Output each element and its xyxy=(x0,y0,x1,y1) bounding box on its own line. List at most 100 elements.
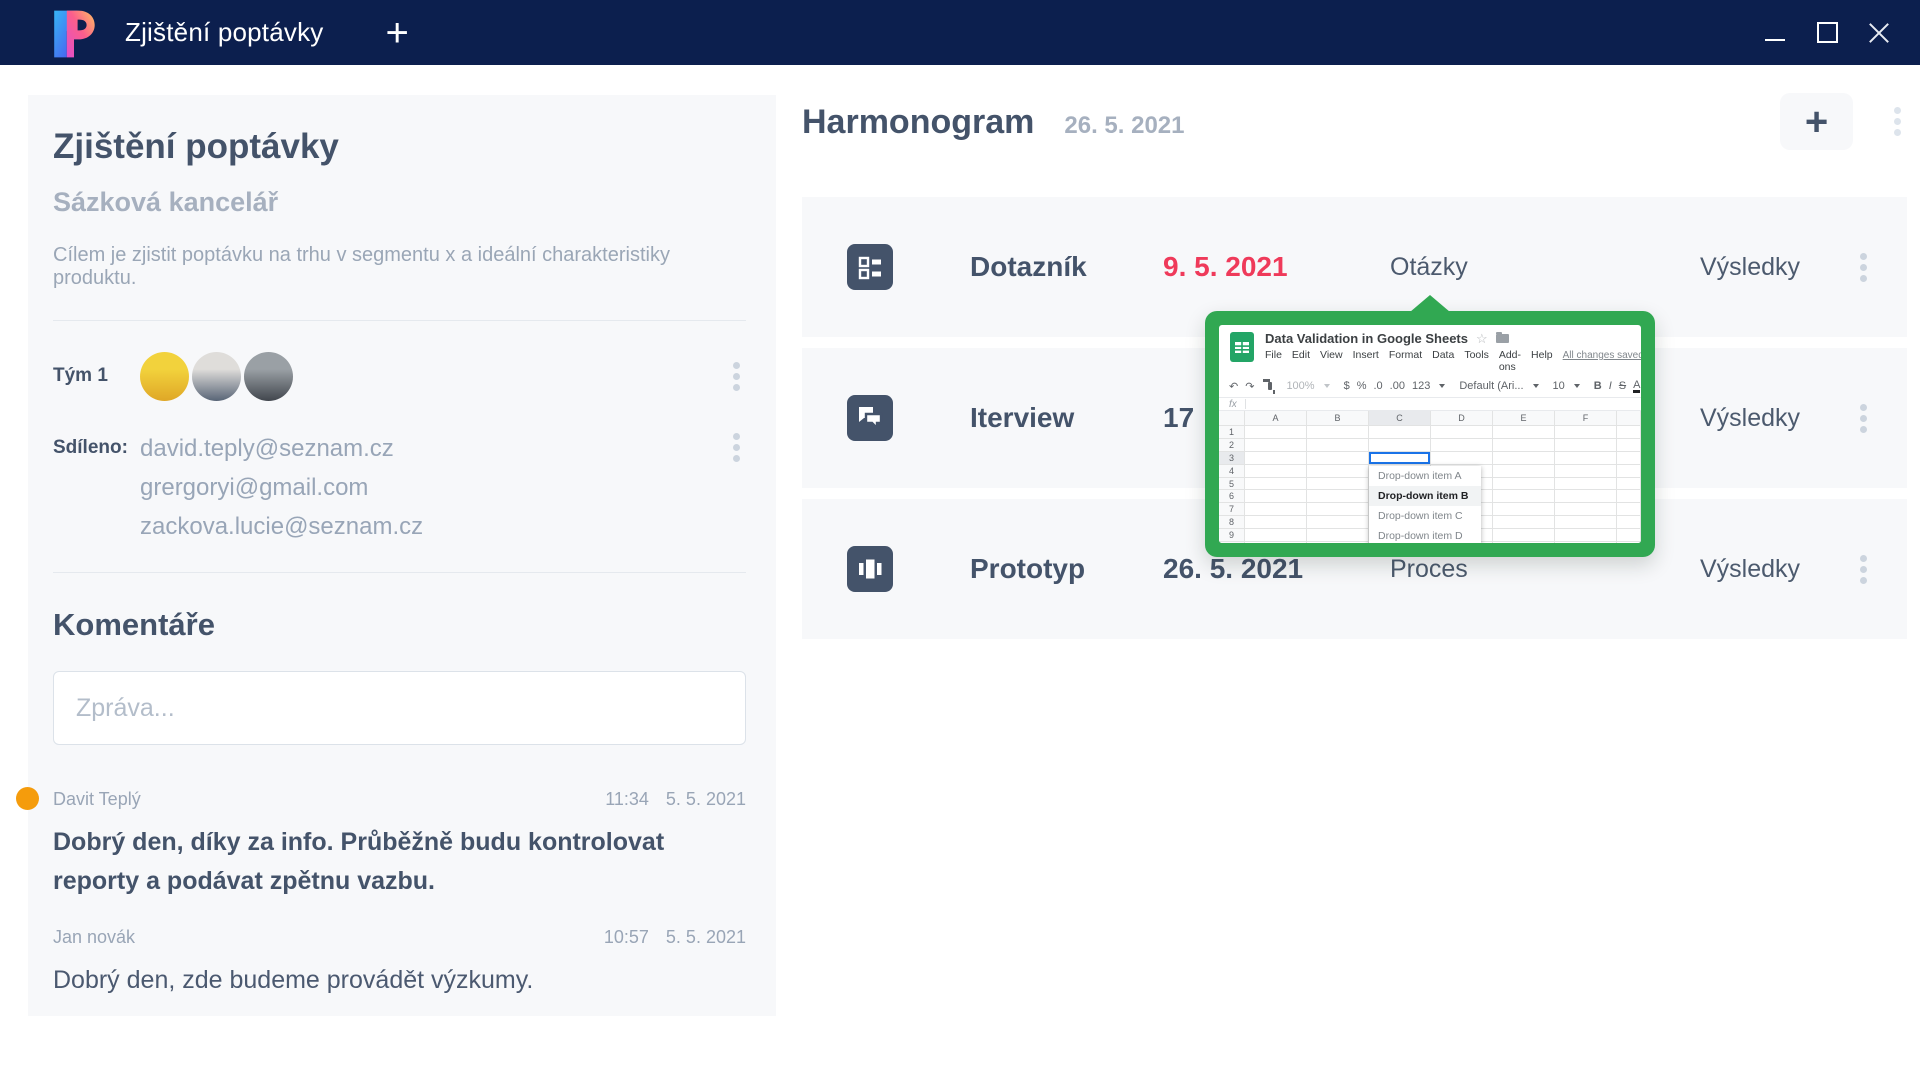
phase-link-results[interactable]: Výsledky xyxy=(1700,404,1800,433)
sheet-cell xyxy=(1493,542,1555,543)
sheet-cell: 6 xyxy=(1219,490,1245,503)
sheets-header-text: Data Validation in Google Sheets ☆ File … xyxy=(1265,331,1631,373)
avatar xyxy=(140,352,189,401)
phase-link-process[interactable]: Proces xyxy=(1390,555,1700,584)
avatar xyxy=(192,352,241,401)
sheet-cell: A xyxy=(1245,411,1307,426)
sheets-toolbar: ↶ ↷ 100% $ % .0 .00 123 Default (Ari... … xyxy=(1219,375,1641,397)
sheet-cell: 4 xyxy=(1219,465,1245,478)
comment-author: Davit Teplý xyxy=(53,789,141,810)
sheet-cell xyxy=(1245,529,1307,542)
menu-item: Help xyxy=(1531,349,1553,361)
sheet-cell xyxy=(1245,478,1307,491)
sheet-cell xyxy=(1307,465,1369,478)
caret-down-icon xyxy=(1533,384,1539,388)
sheet-cell: 5 xyxy=(1219,478,1245,491)
sheet-cell xyxy=(1431,426,1493,439)
row-menu-kebab-icon[interactable] xyxy=(1854,551,1873,588)
phase-link-questions[interactable]: Otázky xyxy=(1390,253,1700,282)
row-menu-kebab-icon[interactable] xyxy=(1854,249,1873,286)
paint-format-icon xyxy=(1268,382,1272,390)
sheet-cell: 7 xyxy=(1219,503,1245,516)
divider xyxy=(53,572,746,573)
sheet-cell xyxy=(1245,452,1307,465)
sheet-cell xyxy=(1555,426,1617,439)
currency-format-button: $ xyxy=(1344,380,1350,392)
comment-date: 5. 5. 2021 xyxy=(666,789,746,810)
project-subtitle: Sázková kancelář xyxy=(53,187,746,218)
sheet-cell xyxy=(1245,542,1307,543)
sheet-cell: 8 xyxy=(1219,516,1245,529)
sheet-cell xyxy=(1307,503,1369,516)
shared-label: Sdíleno: xyxy=(53,429,140,459)
schedule-date: 26. 5. 2021 xyxy=(1064,112,1184,140)
close-icon[interactable] xyxy=(1868,22,1890,44)
comment-input[interactable] xyxy=(53,671,746,745)
sheet-cell xyxy=(1617,478,1641,491)
dropdown-item: Drop-down item A xyxy=(1369,466,1481,486)
new-tab-button[interactable]: + xyxy=(386,18,409,48)
sheet-cell: 10 xyxy=(1219,542,1245,543)
phase-date: 9. 5. 2021 xyxy=(1163,251,1390,283)
add-phase-button[interactable]: + xyxy=(1780,93,1853,150)
sheet-cell xyxy=(1555,465,1617,478)
sheet-cell xyxy=(1555,490,1617,503)
comment-when: 10:57 5. 5. 2021 xyxy=(604,927,746,948)
chat-icon xyxy=(847,395,893,441)
bold-button: B xyxy=(1594,380,1602,392)
comment-meta: Jan novák 10:57 5. 5. 2021 xyxy=(53,927,746,948)
titlebar: Zjištění poptávky + xyxy=(0,0,1920,65)
comment-time: 10:57 xyxy=(604,927,649,948)
shared-row: Sdíleno: david.teply@seznam.cz grergoryi… xyxy=(53,429,746,546)
menu-item: File xyxy=(1265,349,1282,361)
sheet-cell xyxy=(1307,452,1369,465)
phase-label: Iterview xyxy=(970,402,1163,434)
sheet-cell xyxy=(1369,426,1431,439)
minimize-icon[interactable] xyxy=(1764,22,1786,44)
sheets-title-row: Data Validation in Google Sheets ☆ xyxy=(1265,331,1631,346)
sheet-cell xyxy=(1617,542,1641,543)
sheet-cell xyxy=(1307,516,1369,529)
phase-link-results[interactable]: Výsledky xyxy=(1700,555,1800,584)
phase-label: Prototyp xyxy=(970,553,1163,585)
sheet-cell: F xyxy=(1555,411,1617,426)
menu-item: Add-ons xyxy=(1499,349,1521,373)
sheet-cell xyxy=(1617,439,1641,452)
sheet-preview-popup[interactable]: Data Validation in Google Sheets ☆ File … xyxy=(1205,311,1655,557)
sheet-grid-area: ABCDEF12345678910 Drop-down item A Drop-… xyxy=(1219,411,1641,543)
sheet-cell xyxy=(1431,452,1493,465)
dropdown-item: Drop-down item C xyxy=(1369,506,1481,526)
team-label: Tým 1 xyxy=(53,365,140,387)
sheet-cell xyxy=(1493,439,1555,452)
menu-item: Edit xyxy=(1292,349,1310,361)
saved-status-link: All changes saved in Drive xyxy=(1563,350,1641,361)
row-menu-kebab-icon[interactable] xyxy=(1854,400,1873,437)
sheet-cell xyxy=(1307,490,1369,503)
sheet-cell xyxy=(1245,490,1307,503)
carousel-icon xyxy=(847,546,893,592)
sheets-doc-title: Data Validation in Google Sheets xyxy=(1265,331,1468,346)
menu-item: Data xyxy=(1432,349,1454,361)
form-icon xyxy=(847,244,893,290)
comment-item: Jan novák 10:57 5. 5. 2021 Dobrý den, zd… xyxy=(53,927,746,1000)
maximize-icon[interactable] xyxy=(1816,22,1838,44)
text-color-button: A xyxy=(1633,380,1640,393)
avatar xyxy=(244,352,293,401)
tab-title[interactable]: Zjištění poptávky xyxy=(125,17,324,48)
sheet-cell xyxy=(1617,452,1641,465)
comment-item: Davit Teplý 11:34 5. 5. 2021 Dobrý den, … xyxy=(53,789,746,901)
sheet-cell xyxy=(1369,452,1431,465)
sheet-cell xyxy=(1219,411,1245,426)
phase-date: 26. 5. 2021 xyxy=(1163,553,1390,585)
sheet-cell xyxy=(1493,478,1555,491)
sheets-file-icon xyxy=(1229,332,1255,362)
phase-link-results[interactable]: Výsledky xyxy=(1700,253,1800,282)
team-menu-kebab-icon[interactable] xyxy=(727,358,746,395)
comment-date: 5. 5. 2021 xyxy=(666,927,746,948)
menu-item: View xyxy=(1320,349,1343,361)
dropdown-item: Drop-down item B xyxy=(1369,486,1481,506)
schedule-menu-kebab-icon[interactable] xyxy=(1888,103,1907,140)
sheet-cell xyxy=(1493,452,1555,465)
sheet-cell: E xyxy=(1493,411,1555,426)
shared-menu-kebab-icon[interactable] xyxy=(727,429,746,466)
